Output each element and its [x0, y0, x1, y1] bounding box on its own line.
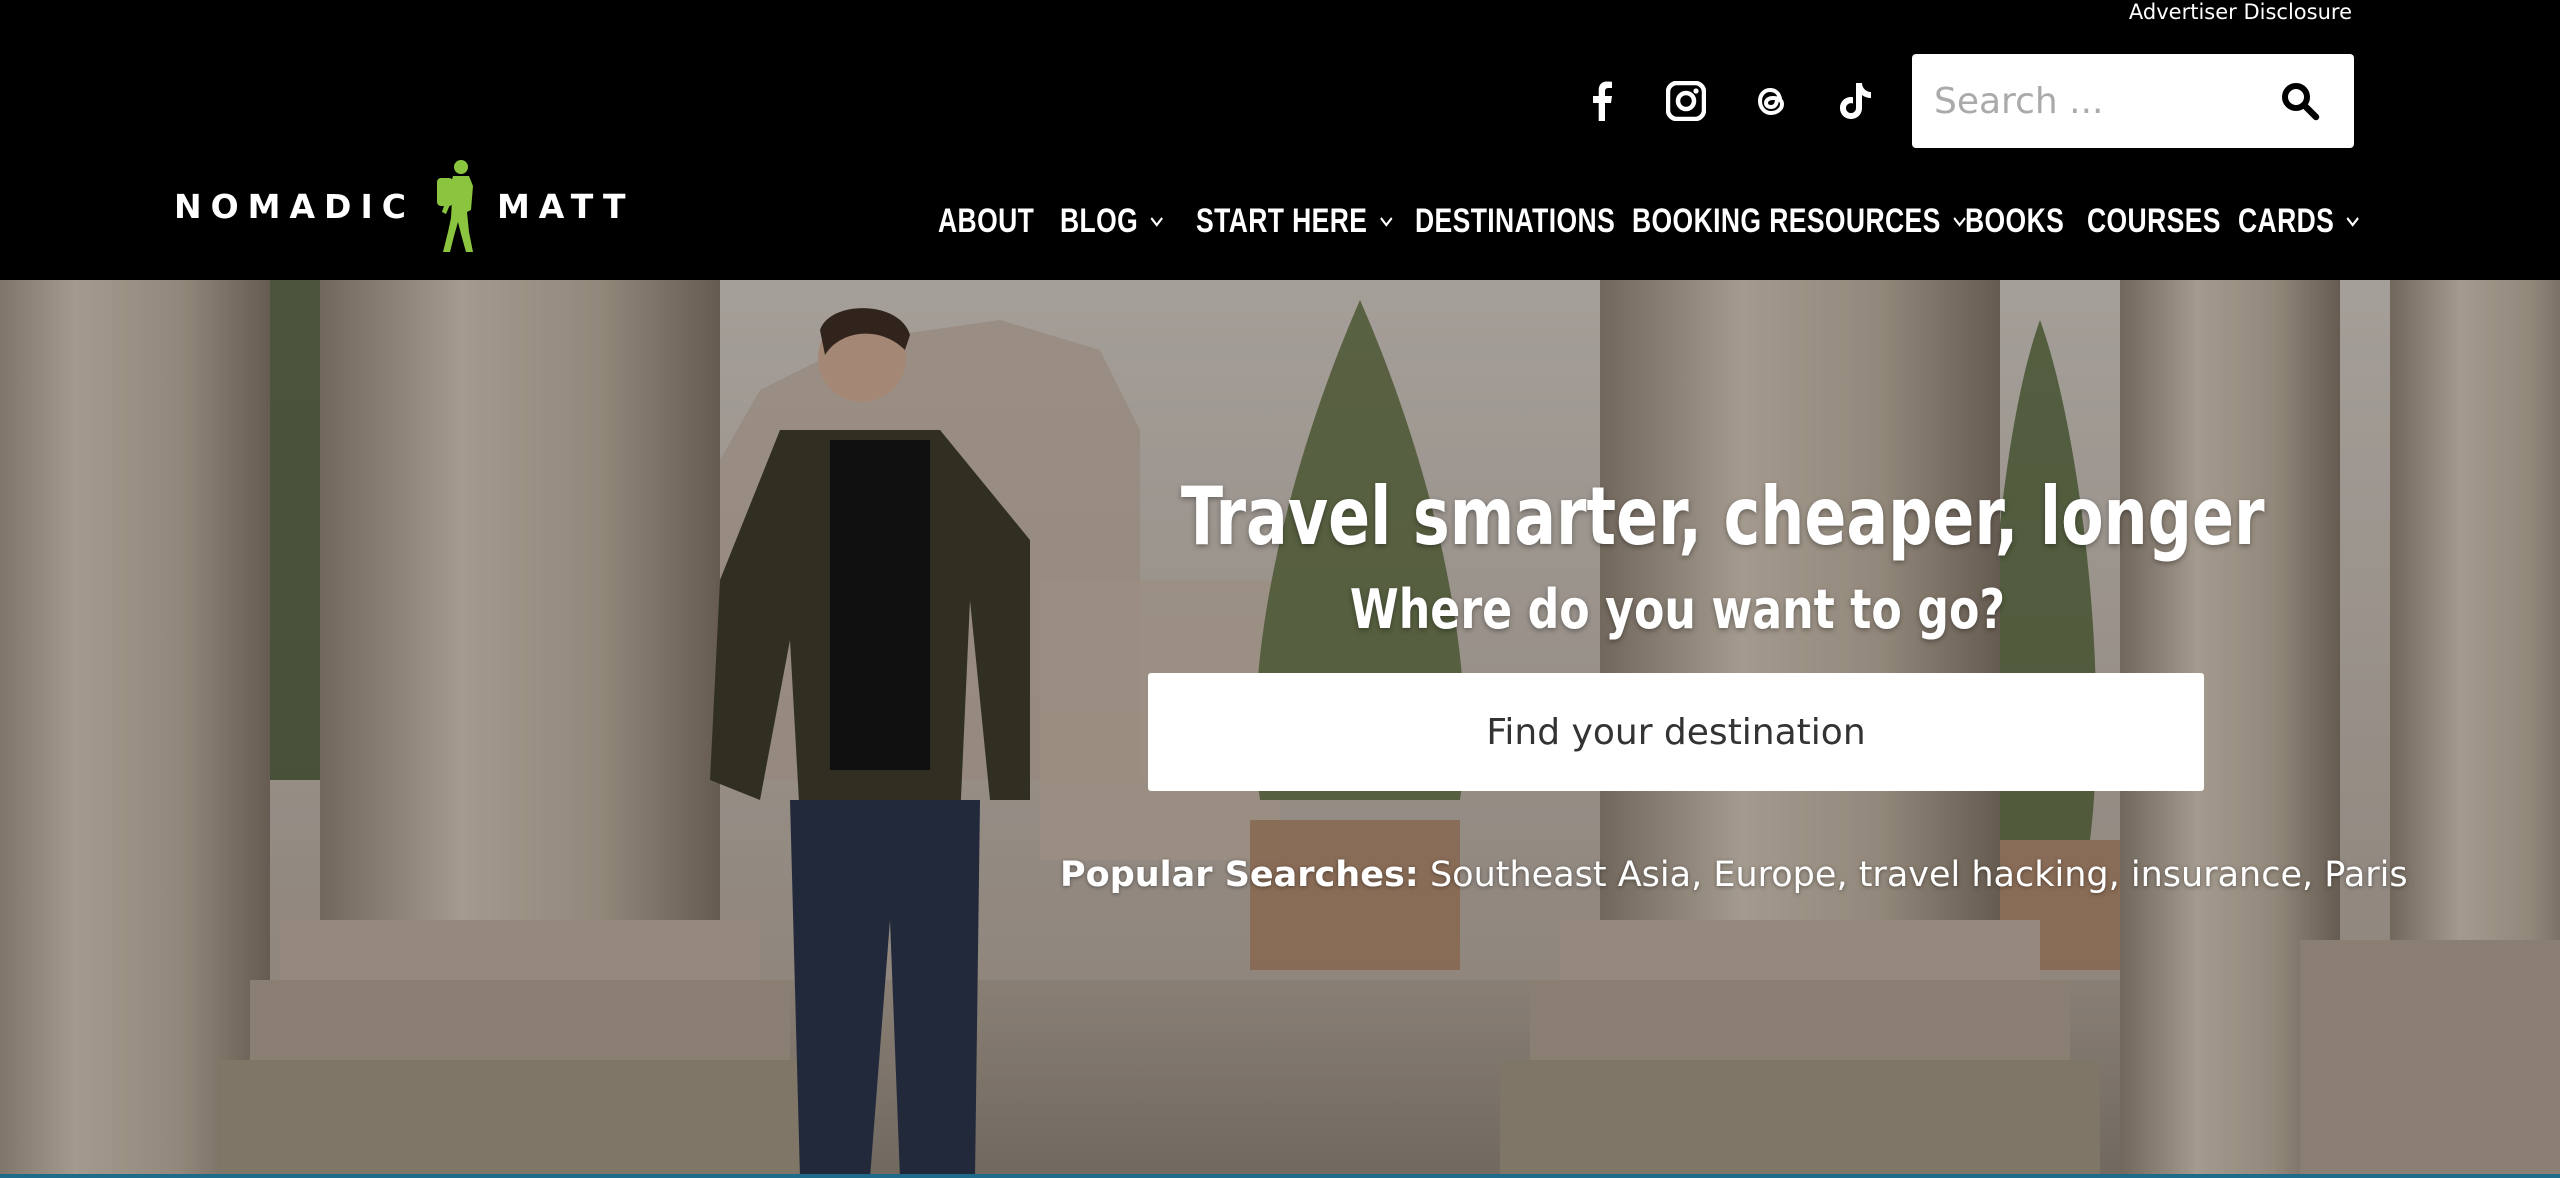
nav-item-label: BOOKS	[1965, 201, 2065, 240]
popular-searches: Popular Searches: Southeast Asia, Europe…	[1060, 855, 2408, 895]
logo-word-right: MATT	[496, 186, 635, 226]
hero-section: Travel smarter, cheaper, longer Where do…	[0, 280, 2560, 1178]
nav-item-books[interactable]: BOOKS	[1965, 186, 2064, 256]
popular-search-link[interactable]: Europe	[1713, 855, 1836, 895]
site-header: Advertiser Disclosure NOMADIC MATT ABOUT	[0, 0, 2560, 280]
nav-item-label: DESTINATIONS	[1415, 201, 1616, 240]
nav-item-booking-resources[interactable]: BOOKING RESOURCES	[1632, 186, 1967, 256]
search-input[interactable]	[1934, 80, 2274, 122]
popular-searches-label: Popular Searches:	[1060, 855, 1419, 895]
facebook-icon[interactable]	[1574, 73, 1630, 129]
header-search	[1912, 54, 2354, 148]
logo-word-left: NOMADIC	[174, 186, 415, 226]
chevron-down-icon	[1379, 217, 1393, 227]
nav-item-label: COURSES	[2087, 201, 2221, 240]
popular-search-link[interactable]: Southeast Asia	[1430, 855, 1691, 895]
nav-item-about[interactable]: ABOUT	[938, 186, 1034, 256]
advertiser-disclosure-link[interactable]: Advertiser Disclosure	[2129, 0, 2352, 24]
popular-search-link[interactable]: Paris	[2324, 855, 2407, 895]
nav-item-label: START HERE	[1196, 201, 1368, 240]
instagram-icon[interactable]	[1658, 73, 1714, 129]
chevron-down-icon	[1150, 217, 1164, 227]
nav-item-label: BOOKING RESOURCES	[1632, 201, 1941, 240]
nav-item-start-here[interactable]: START HERE	[1196, 186, 1394, 256]
nav-item-cards[interactable]: CARDS	[2238, 186, 2361, 256]
destination-search	[1148, 673, 2204, 791]
search-icon[interactable]	[2280, 81, 2320, 121]
popular-search-link[interactable]: travel hacking	[1859, 855, 2109, 895]
threads-icon[interactable]	[1743, 73, 1799, 129]
nav-item-label: ABOUT	[938, 201, 1035, 240]
hero-title: Travel smarter, cheaper, longer	[1180, 470, 2265, 563]
nav-item-courses[interactable]: COURSES	[2087, 186, 2221, 256]
tiktok-icon[interactable]	[1828, 73, 1884, 129]
popular-search-link[interactable]: insurance	[2131, 855, 2302, 895]
backpacker-logo-icon	[431, 158, 483, 254]
bottom-divider	[0, 1174, 2560, 1178]
nav-item-blog[interactable]: BLOG	[1060, 186, 1165, 256]
site-logo[interactable]: NOMADIC MATT	[174, 158, 626, 254]
nav-item-destinations[interactable]: DESTINATIONS	[1415, 186, 1615, 256]
hero-subtitle: Where do you want to go?	[1349, 578, 2006, 641]
nav-item-label: CARDS	[2238, 201, 2335, 240]
nav-item-label: BLOG	[1060, 201, 1139, 240]
destination-input[interactable]	[1148, 711, 2204, 753]
chevron-down-icon	[2346, 217, 2360, 227]
